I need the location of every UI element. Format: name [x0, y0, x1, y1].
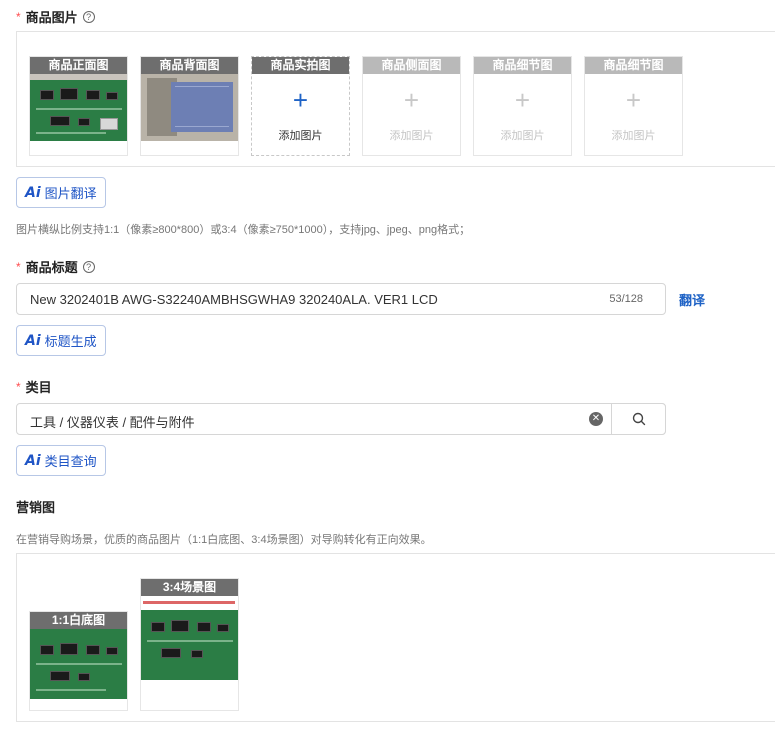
- add-image-label: 添加图片: [278, 130, 323, 142]
- marketing-heading: 营销图: [16, 500, 56, 515]
- plus-icon: +: [514, 85, 531, 115]
- ai-icon: Ai: [25, 332, 41, 349]
- image-slot-side: 商品侧面图 + 添加图片: [362, 56, 461, 156]
- required-mark: *: [16, 379, 21, 394]
- category-select[interactable]: 工具 / 仪器仪表 / 配件与附件 ✕: [16, 403, 666, 435]
- ai-icon: Ai: [25, 184, 41, 201]
- image-slot-title: 商品细节图: [585, 57, 682, 74]
- image-slot-real-shot[interactable]: 商品实拍图 + 添加图片: [251, 56, 350, 156]
- marketing-slot-title: 3:4场景图: [141, 579, 238, 596]
- question-circle-icon[interactable]: ?: [82, 260, 95, 273]
- category-label: * 类目: [16, 377, 52, 396]
- add-image-label: 添加图片: [389, 130, 434, 142]
- product-thumbnail-image: [141, 74, 238, 141]
- image-format-hint: 图片横纵比例支持1:1（像素≥800*800）或3:4（像素≥750*1000）…: [16, 224, 471, 236]
- product-images-panel: 商品正面图 商品背面图 商品实拍图 + 添加图片 商品侧面图 + 添加图片 商品…: [16, 31, 775, 167]
- product-title-heading: 商品标题: [25, 260, 78, 275]
- char-counter: 53/128: [609, 293, 643, 305]
- category-query-label: 类目查询: [44, 454, 97, 469]
- title-generate-label: 标题生成: [44, 334, 97, 349]
- marketing-thumbnail-image: [141, 596, 238, 682]
- add-image-label: 添加图片: [611, 130, 656, 142]
- ai-icon: Ai: [25, 452, 41, 469]
- translate-link[interactable]: 翻译: [679, 290, 705, 309]
- product-images-label: * 商品图片 ?: [16, 7, 95, 26]
- image-slot-back[interactable]: 商品背面图: [140, 56, 239, 156]
- image-slot-detail-1: 商品细节图 + 添加图片: [473, 56, 572, 156]
- marketing-label: 营销图: [16, 497, 55, 516]
- image-slot-title: 商品正面图: [30, 57, 127, 74]
- add-image-label: 添加图片: [500, 130, 545, 142]
- plus-icon: +: [292, 85, 309, 115]
- marketing-slot-title: 1:1白底图: [30, 612, 127, 629]
- image-slot-front[interactable]: 商品正面图: [29, 56, 128, 156]
- marketing-thumbnail-image: [30, 629, 127, 699]
- image-slot-detail-2: 商品细节图 + 添加图片: [584, 56, 683, 156]
- image-slot-title: 商品侧面图: [363, 57, 460, 74]
- category-heading: 类目: [25, 380, 52, 395]
- category-value: 工具 / 仪器仪表 / 配件与附件: [30, 415, 195, 430]
- marketing-hint: 在营销导购场景，优质的商品图片（1:1白底图、3:4场景图）对导购转化有正向效果…: [16, 534, 432, 546]
- search-icon: [632, 412, 646, 426]
- product-title-value: New 3202401B AWG-S32240AMBHSGWHA9 320240…: [30, 292, 438, 307]
- category-query-button[interactable]: Ai 类目查询: [16, 445, 106, 476]
- product-images-title: 商品图片: [25, 10, 78, 25]
- image-translate-label: 图片翻译: [44, 186, 97, 201]
- image-translate-button[interactable]: Ai 图片翻译: [16, 177, 106, 208]
- image-slot-title: 商品背面图: [141, 57, 238, 74]
- title-generate-button[interactable]: Ai 标题生成: [16, 325, 106, 356]
- product-thumbnail-image: [30, 74, 127, 141]
- marketing-images-panel: 1:1白底图 3:4场景图: [16, 553, 775, 722]
- marketing-slot-white-bg[interactable]: 1:1白底图: [29, 611, 128, 711]
- plus-icon: +: [403, 85, 420, 115]
- clear-circle-icon[interactable]: ✕: [589, 412, 603, 426]
- marketing-slot-scene[interactable]: 3:4场景图: [140, 578, 239, 711]
- question-circle-icon[interactable]: ?: [82, 10, 95, 23]
- image-slot-title: 商品细节图: [474, 57, 571, 74]
- image-slot-title: 商品实拍图: [252, 57, 349, 74]
- category-search-button[interactable]: [611, 403, 666, 435]
- required-mark: *: [16, 9, 21, 24]
- product-title-input[interactable]: New 3202401B AWG-S32240AMBHSGWHA9 320240…: [16, 283, 666, 315]
- required-mark: *: [16, 259, 21, 274]
- plus-icon: +: [625, 85, 642, 115]
- product-title-label: * 商品标题 ?: [16, 257, 95, 276]
